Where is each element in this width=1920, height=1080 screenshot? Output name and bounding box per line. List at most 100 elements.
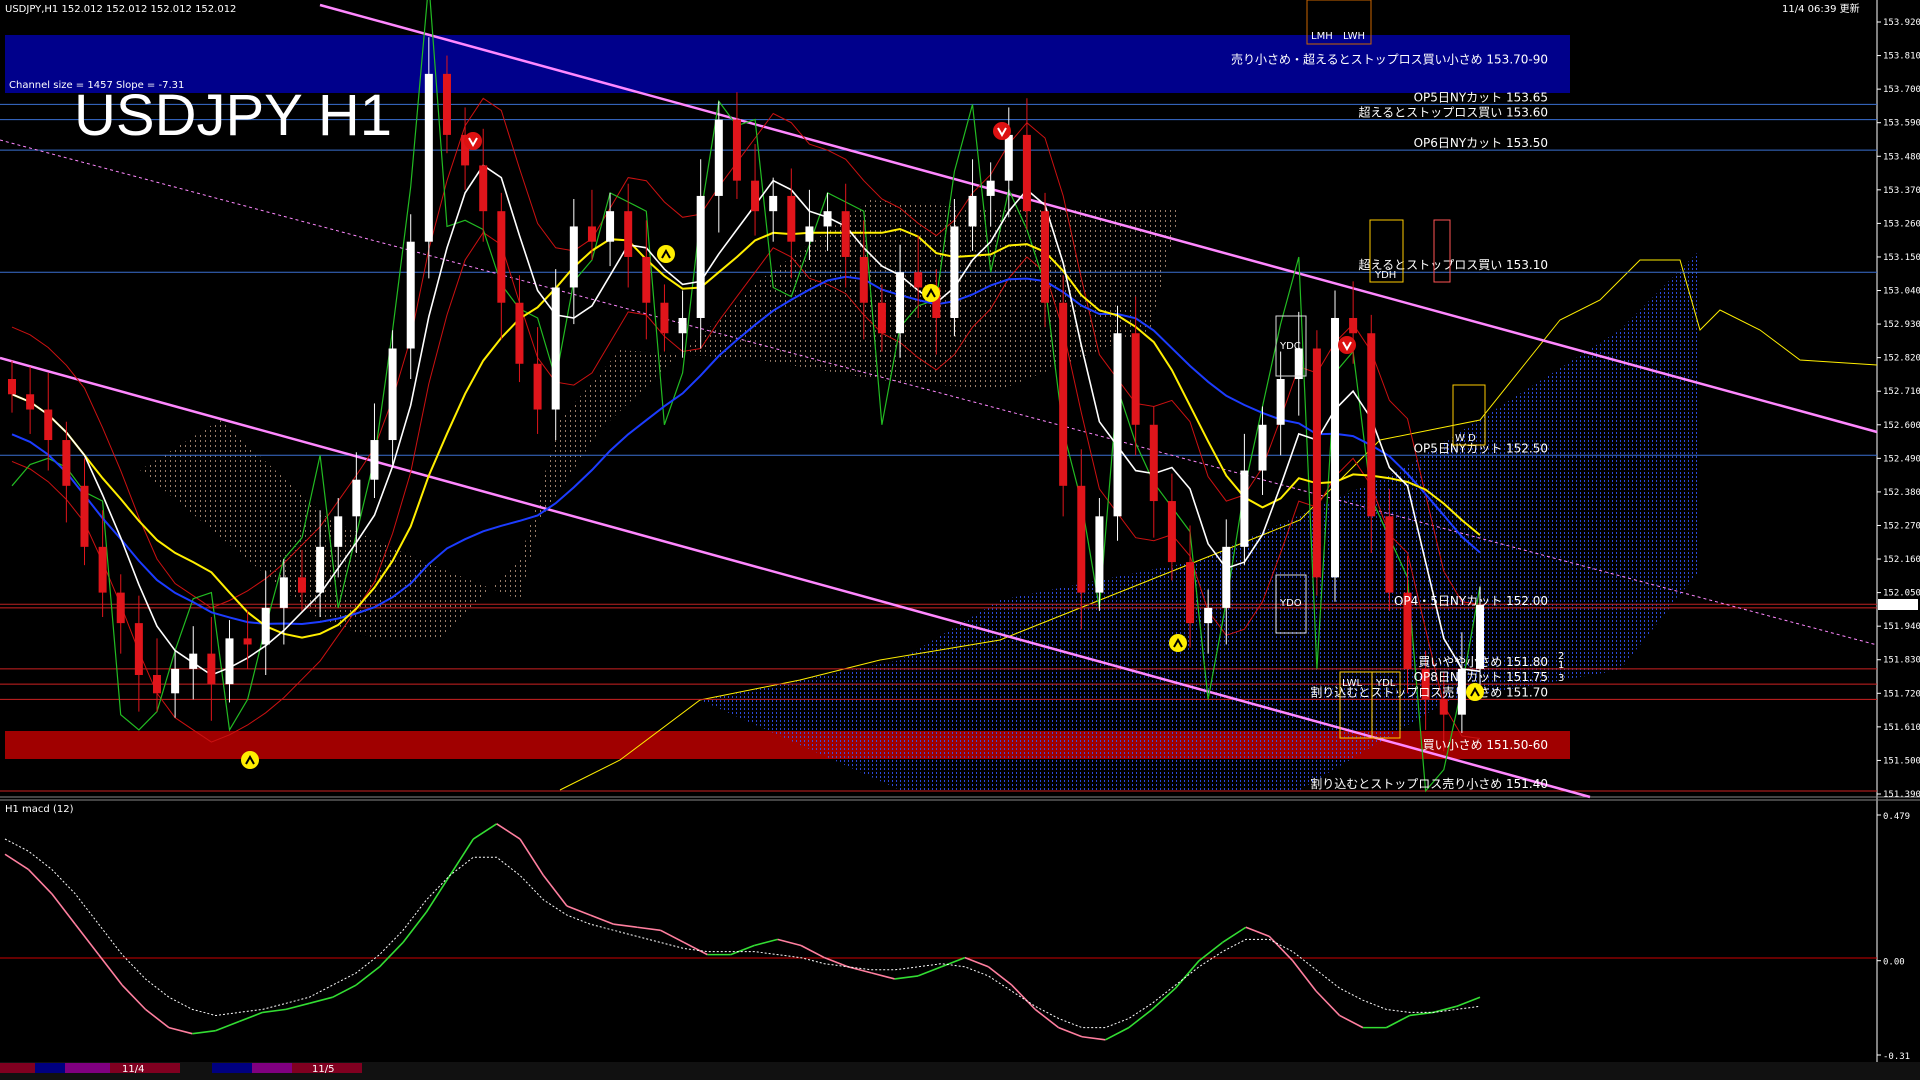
- price-tick-label: 152.600: [1883, 421, 1920, 431]
- candle-body: [1149, 424, 1158, 502]
- candle-body: [1167, 501, 1176, 563]
- time-label-1: 11/4: [122, 1064, 144, 1075]
- price-tick-label: 151.940: [1883, 622, 1920, 632]
- candle-body: [787, 195, 796, 242]
- marker-wd: W D: [1455, 433, 1476, 444]
- level-label: 買いやや小さめ 151.80: [1418, 655, 1548, 669]
- candle-body: [624, 211, 633, 257]
- candle-body: [279, 577, 288, 608]
- price-tick-label: 153.480: [1883, 152, 1920, 162]
- price-tick-label: 152.930: [1883, 320, 1920, 330]
- candle-body: [406, 241, 415, 349]
- candle-body: [551, 287, 560, 410]
- candle-body: [950, 226, 959, 318]
- candle-body: [678, 317, 687, 334]
- candle-body: [1077, 485, 1086, 593]
- price-tick-label: 152.380: [1883, 488, 1920, 498]
- current-price-label: 152.012: [1880, 601, 1918, 611]
- candle-body: [877, 302, 886, 334]
- marker-ydo: YDO: [1279, 598, 1302, 609]
- price-tick-label: 151.720: [1883, 689, 1920, 699]
- price-tick-label: 152.160: [1883, 555, 1920, 565]
- candle-body: [442, 73, 451, 135]
- marker-ydh: YDH: [1374, 270, 1396, 281]
- candle-body: [569, 226, 578, 288]
- candle-body: [370, 440, 379, 480]
- macd-tick-label: -0.31: [1883, 1052, 1910, 1062]
- level-label: OP4・5日NYカット 152.00: [1394, 594, 1548, 608]
- price-tick-label: 151.610: [1883, 723, 1920, 733]
- candle-body: [479, 165, 488, 212]
- macd-tick-label: 0.479: [1883, 812, 1910, 822]
- price-tick-label: 151.830: [1883, 656, 1920, 666]
- candle-body: [1294, 348, 1303, 380]
- level-label: 売り小さめ・超えるとストップロス買い小さめ 153.70-90: [1231, 52, 1548, 67]
- candle-body: [8, 379, 16, 395]
- candle-body: [189, 653, 198, 669]
- marker-lmh: LMH: [1311, 31, 1333, 42]
- price-tick-label: 152.710: [1883, 387, 1920, 397]
- candle-body: [1113, 333, 1122, 517]
- candle-body: [26, 394, 35, 410]
- candle-body: [896, 272, 905, 334]
- candle-body: [587, 226, 596, 242]
- price-tick-label: 153.150: [1883, 253, 1920, 263]
- candle-body: [841, 211, 850, 257]
- candle-body: [134, 623, 143, 675]
- candle-body: [986, 180, 995, 196]
- candle-body: [352, 479, 361, 517]
- price-tick-label: 153.590: [1883, 119, 1920, 129]
- candle-body: [1022, 134, 1031, 212]
- candle-body: [823, 211, 832, 227]
- candle-body: [642, 256, 651, 303]
- candle-body: [388, 348, 397, 441]
- candle-body: [1349, 317, 1358, 334]
- candle-body: [968, 195, 977, 227]
- candle-body: [334, 516, 343, 547]
- level-label: OP8日NYカット 151.75: [1414, 670, 1548, 684]
- level-label: 超えるとストップロス買い 153.60: [1359, 105, 1548, 120]
- candle-body: [1276, 379, 1285, 425]
- level-label: 割り込むとストップロス売り小さめ 151.40: [1310, 776, 1548, 791]
- level-label: OP5日NYカット 153.65: [1414, 90, 1548, 104]
- candle-body: [297, 577, 306, 593]
- candle-body: [515, 302, 524, 364]
- candle-body: [80, 485, 89, 547]
- candle-body: [261, 607, 270, 645]
- candle-body: [424, 73, 433, 242]
- symbol-info: USDJPY,H1 152.012 152.012 152.012 152.01…: [5, 4, 236, 15]
- marker-ydc: YDC: [1279, 341, 1301, 352]
- marker-lwl: LWL: [1342, 678, 1363, 689]
- level-label: OP5日NYカット 152.50: [1414, 441, 1548, 455]
- price-tick-label: 151.500: [1883, 756, 1920, 766]
- price-tick-label: 152.490: [1883, 454, 1920, 464]
- candle-body: [225, 638, 234, 685]
- candle-body: [751, 180, 760, 212]
- price-tick-label: 153.920: [1883, 18, 1920, 28]
- candle-body: [769, 195, 778, 212]
- candle-body: [660, 302, 669, 334]
- price-tick-label: 152.270: [1883, 521, 1920, 531]
- level-label: OP6日NYカット 153.50: [1414, 136, 1548, 150]
- candle-body: [1258, 424, 1267, 471]
- price-tick-label: 153.370: [1883, 186, 1920, 196]
- candle-body: [1312, 348, 1321, 578]
- macd-label: H1 macd (12): [5, 804, 74, 815]
- level-label: 買い小さめ 151.50-60: [1423, 738, 1548, 752]
- candle-body: [1331, 317, 1340, 578]
- candle-body: [533, 363, 542, 410]
- candle-body: [1095, 516, 1104, 593]
- price-tick-label: 153.700: [1883, 85, 1920, 95]
- candle-body: [1186, 562, 1195, 624]
- chart-title: USDJPY H1: [74, 83, 392, 148]
- chart-stage: 売り小さめ・超えるとストップロス買い小さめ 153.70-90 OP5日NYカット…: [0, 0, 1920, 1080]
- price-tick-label: 153.260: [1883, 219, 1920, 229]
- time-label-2: 11/5: [312, 1064, 334, 1075]
- marker-lwh: LWH: [1343, 31, 1365, 42]
- price-tick-label: 153.040: [1883, 287, 1920, 297]
- candle-body: [316, 546, 325, 593]
- price-tick-label: 153.810: [1883, 52, 1920, 62]
- candle-body: [1041, 211, 1050, 303]
- marker-3: 3: [1558, 673, 1564, 684]
- candle-body: [116, 592, 125, 624]
